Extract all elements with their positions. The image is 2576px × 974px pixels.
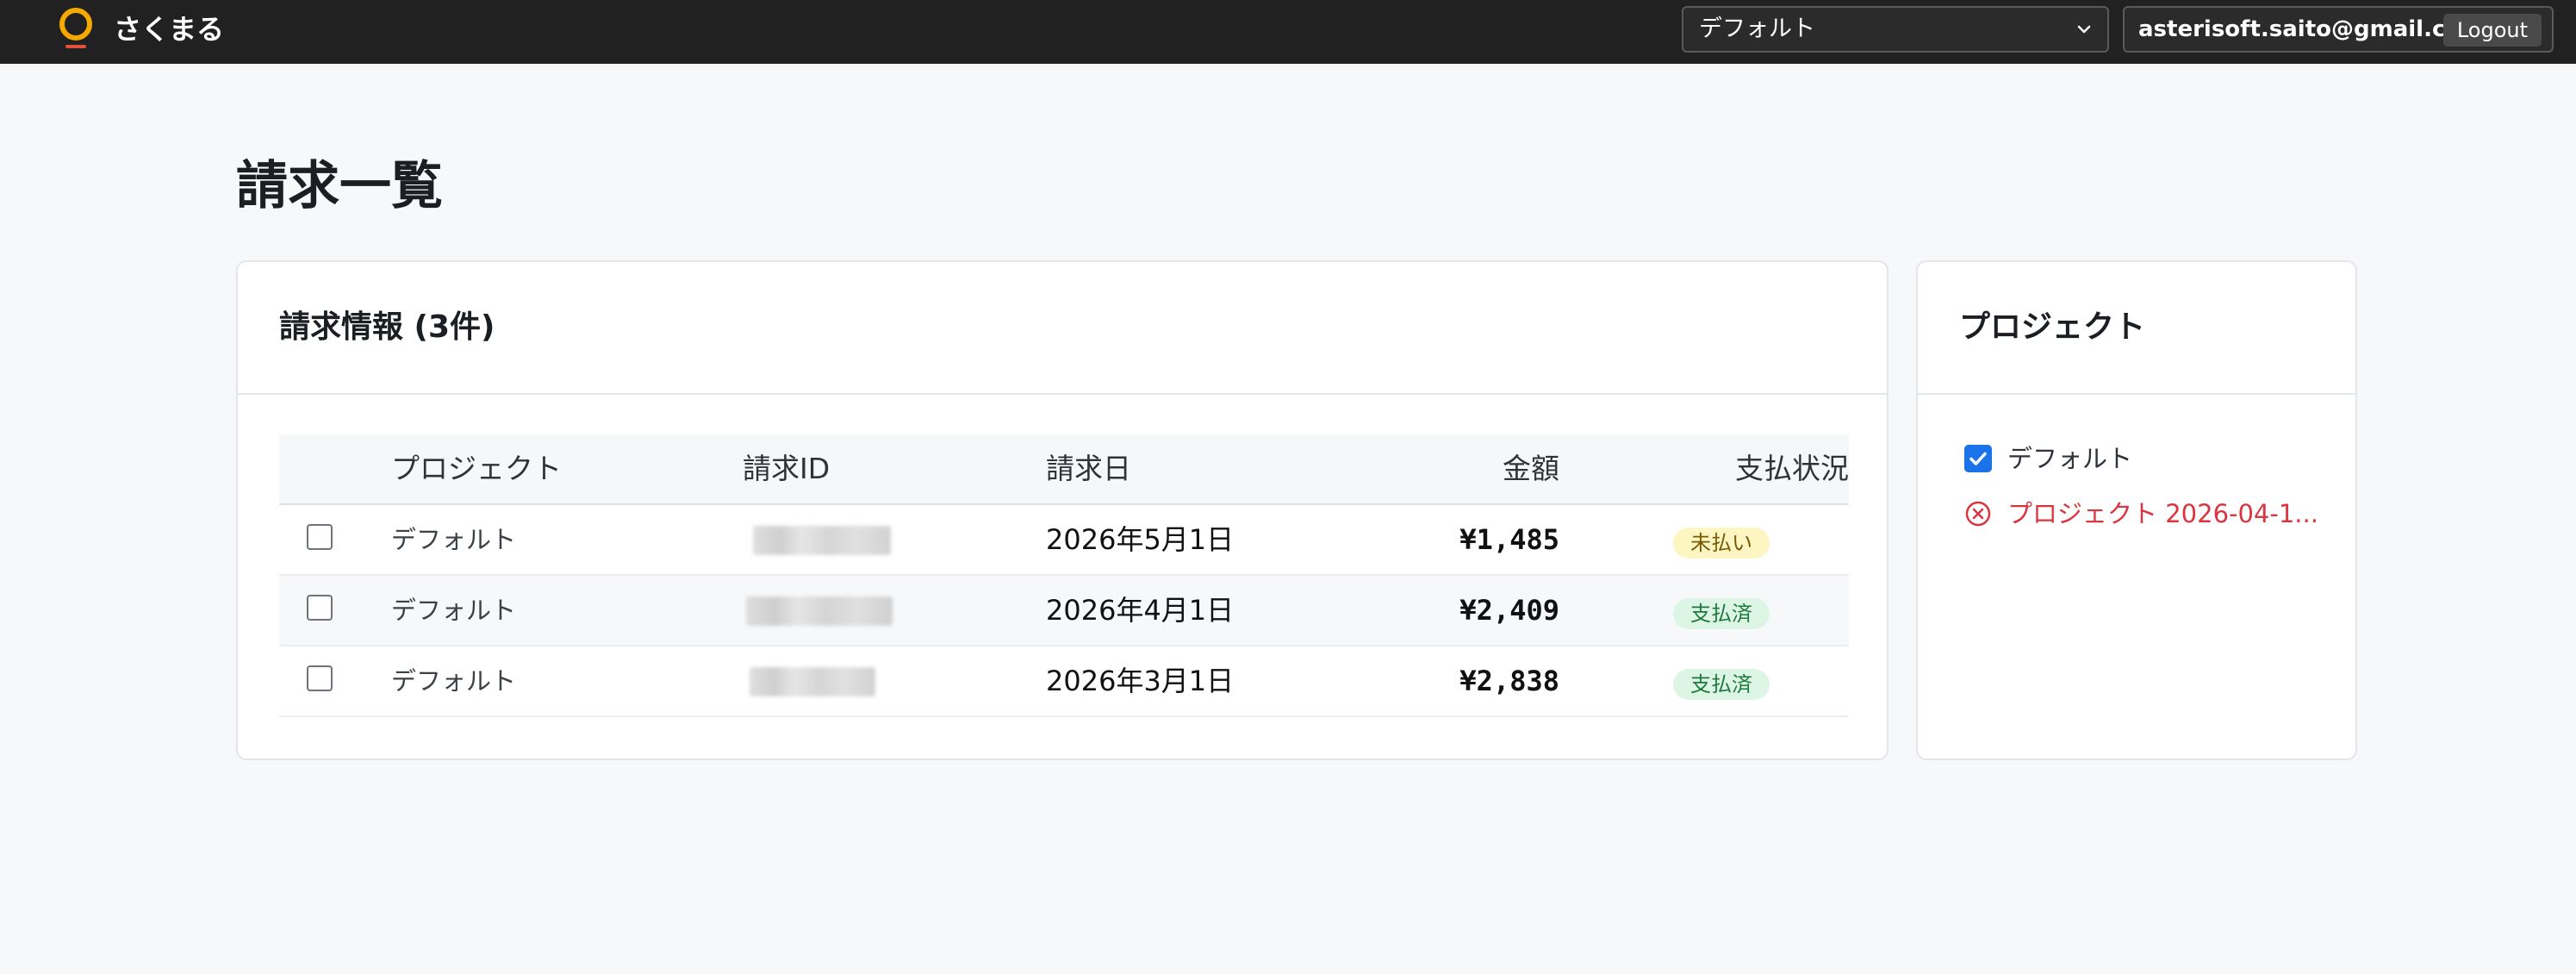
row-date: 2026年5月1日 bbox=[1046, 523, 1235, 556]
row-date: 2026年4月1日 bbox=[1046, 594, 1235, 627]
column-header-amount: 金額 bbox=[1503, 452, 1559, 485]
app-name[interactable]: さくまる bbox=[114, 9, 224, 50]
chevron-down-icon bbox=[2077, 25, 2091, 34]
table-row[interactable]: デフォルト 2026年3月1日 ¥2,838 支払済 bbox=[279, 646, 1849, 717]
status-badge: 未払い bbox=[1673, 528, 1770, 559]
column-header-billing-id: 請求ID bbox=[743, 452, 831, 485]
status-badge: 支払済 bbox=[1673, 598, 1770, 629]
column-header-payment-status: 支払状況 bbox=[1735, 452, 1849, 485]
table-row[interactable]: デフォルト 2026年4月1日 ¥2,409 支払済 bbox=[279, 576, 1849, 646]
logout-button[interactable]: Logout bbox=[2442, 14, 2542, 47]
billing-card-title: 請求情報 (3件) bbox=[279, 309, 495, 345]
project-filter-label: デフォルト bbox=[2007, 444, 2133, 473]
row-checkbox[interactable] bbox=[307, 595, 333, 621]
billing-card-header: 請求情報 (3件) bbox=[238, 262, 1887, 395]
user-email: asterisoft.saito@gmail.com bbox=[2138, 16, 2485, 42]
row-project: デフォルト bbox=[391, 596, 517, 625]
row-checkbox[interactable] bbox=[307, 665, 333, 691]
billing-card: 請求情報 (3件) プロジェクト 請求ID 請求日 金額 支払状況 デフォルト … bbox=[236, 260, 1888, 760]
row-checkbox[interactable] bbox=[307, 524, 333, 550]
billing-id-redacted bbox=[746, 596, 893, 626]
column-header-billing-date: 請求日 bbox=[1046, 452, 1131, 485]
project-selector[interactable]: デフォルト bbox=[1682, 6, 2109, 53]
row-date: 2026年3月1日 bbox=[1046, 665, 1235, 697]
projects-card-title: プロジェクト bbox=[1959, 309, 2146, 345]
top-navbar: さくまる デフォルト asterisoft.saito@gmail.com Lo… bbox=[0, 0, 2576, 64]
projects-card-header: プロジェクト bbox=[1918, 262, 2355, 395]
checkbox-checked-icon[interactable] bbox=[1964, 445, 1992, 472]
page-title: 請求一覧 bbox=[236, 156, 443, 216]
column-header-project: プロジェクト bbox=[391, 452, 562, 485]
sakumaru-logo[interactable] bbox=[55, 5, 96, 53]
billing-id-redacted bbox=[753, 526, 891, 555]
status-badge: 支払済 bbox=[1673, 669, 1770, 700]
row-project: デフォルト bbox=[391, 525, 517, 554]
table-row[interactable]: デフォルト 2026年5月1日 ¥1,485 未払い bbox=[279, 505, 1849, 576]
row-amount: ¥2,838 bbox=[1459, 665, 1559, 697]
row-project: デフォルト bbox=[391, 666, 517, 696]
user-menu: asterisoft.saito@gmail.com Logout bbox=[2123, 6, 2554, 53]
row-amount: ¥1,485 bbox=[1459, 523, 1559, 556]
error-circle-x-icon bbox=[1965, 501, 1991, 527]
billing-table-header: プロジェクト 請求ID 請求日 金額 支払状況 bbox=[279, 434, 1849, 505]
billing-id-redacted bbox=[750, 667, 875, 696]
project-filter-label: プロジェクト 2026-04-1... bbox=[2007, 499, 2318, 528]
project-selector-value: デフォルト bbox=[1699, 16, 1815, 42]
projects-card: プロジェクト デフォルト プロジェクト 2026-04-1... bbox=[1916, 260, 2357, 760]
row-amount: ¥2,409 bbox=[1459, 594, 1559, 627]
